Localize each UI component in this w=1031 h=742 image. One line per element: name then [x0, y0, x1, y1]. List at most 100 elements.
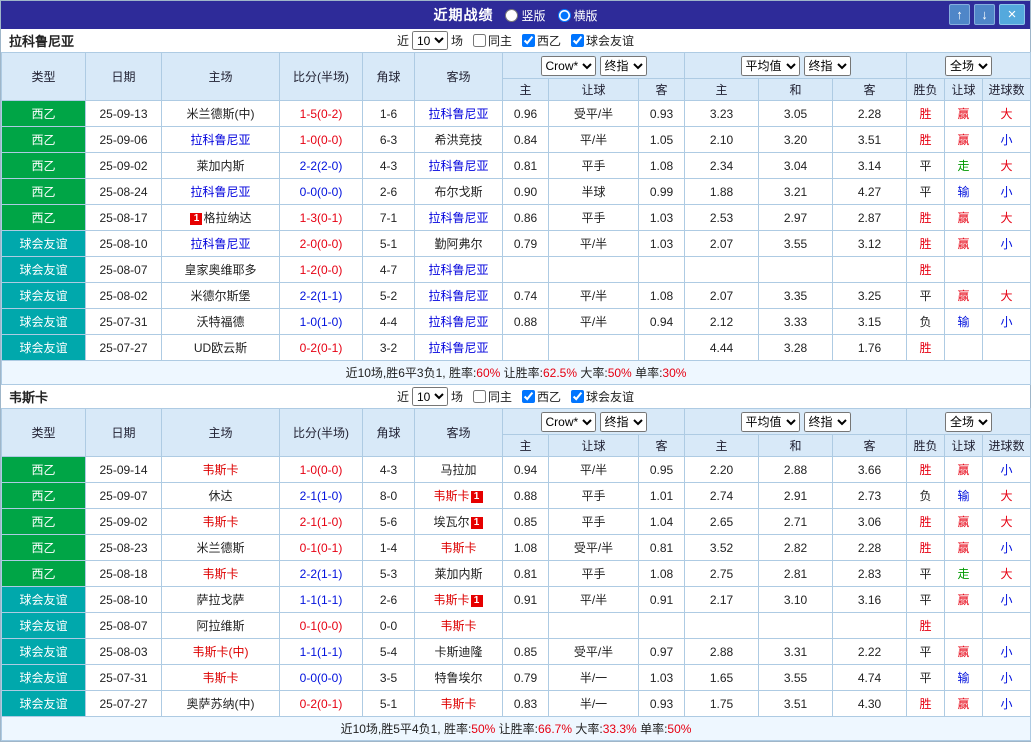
cell-away: 拉科鲁尼亚 — [414, 100, 503, 127]
cell-odds-handicap: 半/一 — [548, 664, 639, 691]
cell-avg-away: 2.87 — [832, 204, 908, 231]
cell-result-handicap: 赢 — [944, 690, 984, 717]
cell-date: 25-09-13 — [85, 100, 162, 127]
scope-select[interactable]: 全场 — [945, 411, 993, 432]
cell-result-goals: 小 — [982, 230, 1031, 257]
cell-odds-handicap: 平手 — [548, 508, 639, 535]
cell-result-handicap: 输 — [944, 482, 984, 509]
table-head: 类型 日期 主场 比分(半场) 角球 客场 Crow* 终指 平均值 终指 全场主让球客主和客胜负让… — [1, 52, 1031, 101]
cell-odds-away — [637, 612, 686, 639]
team-label: 拉科鲁尼亚 — [428, 263, 489, 277]
col-result-wdl: 胜负 — [906, 434, 946, 457]
layout-radio-horizontal[interactable]: 横版 — [557, 7, 598, 24]
cell-avg-draw: 3.20 — [758, 126, 834, 153]
cell-avg-away: 3.14 — [832, 152, 908, 179]
avg-provider-select[interactable]: 平均值 — [740, 411, 800, 432]
cell-score: 1-3(0-1) — [279, 204, 363, 231]
cell-odds-home: 0.94 — [502, 456, 549, 483]
scroll-up-button[interactable]: ↑ — [949, 4, 970, 25]
same-venue-checkbox-label[interactable]: 同主 — [472, 388, 512, 405]
cell-result-wdl: 胜 — [906, 230, 946, 257]
cell-result-handicap: 赢 — [944, 508, 984, 535]
layout-radio-vertical[interactable]: 竖版 — [505, 7, 546, 24]
team-label: 拉科鲁尼亚 — [428, 107, 489, 121]
recent-count-select[interactable]: 10 — [411, 387, 448, 406]
cell-odds-away: 1.03 — [637, 204, 686, 231]
friendly-checkbox[interactable] — [571, 390, 585, 403]
titlebar: 近期战绩 竖版 横版 ↑ ↓ × — [1, 1, 1030, 29]
cell-away: 拉科鲁尼亚 — [414, 204, 503, 231]
cell-date: 25-07-27 — [85, 690, 162, 717]
league-checkbox[interactable] — [522, 390, 535, 403]
odds-stage-select[interactable]: 终指 — [599, 55, 647, 76]
avg-stage-select[interactable]: 终指 — [803, 55, 851, 76]
cell-type: 球会友谊 — [1, 586, 86, 613]
match-row: 西乙 25-09-06 拉科鲁尼亚 1-0(0-0) 6-3 希洪竞技 0.84 平/半 1.0… — [1, 126, 1031, 153]
team-label: 埃瓦尔 — [433, 515, 470, 529]
avg-provider-select[interactable]: 平均值 — [740, 55, 800, 76]
same-venue-checkbox[interactable] — [472, 34, 486, 47]
cell-avg-home: 3.23 — [684, 100, 760, 127]
table-foot: 近10场,胜5平4负1, 胜率:50% 让胜率:66.7% 大率:33.3% 单… — [0, 716, 1031, 741]
league-checkbox-label[interactable]: 西乙 — [522, 388, 561, 405]
close-button[interactable]: × — [999, 4, 1025, 25]
cell-avg-home — [684, 256, 760, 283]
cell-avg-away: 3.06 — [832, 508, 908, 535]
team-label: 拉科鲁尼亚 — [428, 289, 489, 303]
cell-corners: 7-1 — [362, 204, 415, 231]
friendly-checkbox-label[interactable]: 球会友谊 — [571, 388, 634, 405]
cell-corners: 4-3 — [362, 152, 415, 179]
same-venue-checkbox-label[interactable]: 同主 — [472, 32, 512, 49]
team-label: 休达 — [208, 489, 233, 503]
summary-text: 大率: — [572, 722, 603, 736]
cell-avg-home: 2.17 — [684, 586, 760, 613]
cell-odds-away: 1.03 — [637, 664, 686, 691]
cell-avg-draw: 3.55 — [758, 664, 834, 691]
odds-provider-select[interactable]: Crow* — [540, 411, 596, 432]
team-label: 特鲁埃尔 — [434, 671, 483, 685]
summary-text: 近10场,胜6平3负1, — [345, 366, 449, 380]
avg-select-cell: 平均值 终指 — [684, 52, 908, 79]
scope-select[interactable]: 全场 — [945, 55, 993, 76]
filter-controls: 近 10 场 同主 西乙 球会友谊 — [397, 31, 634, 50]
vertical-radio-input[interactable] — [505, 8, 519, 22]
odds-provider-select[interactable]: Crow* — [540, 55, 596, 76]
cell-avg-away: 2.28 — [832, 100, 908, 127]
cell-home: 奥萨苏纳(中) — [161, 690, 280, 717]
cell-odds-home: 0.90 — [502, 178, 549, 205]
avg-stage-select[interactable]: 终指 — [803, 411, 851, 432]
same-venue-checkbox-text: 同主 — [487, 34, 512, 48]
cell-avg-home: 2.65 — [684, 508, 760, 535]
cell-avg-away: 3.66 — [832, 456, 908, 483]
cell-odds-handicap: 受平/半 — [548, 638, 639, 665]
cell-avg-home: 2.10 — [684, 126, 760, 153]
cell-away: 韦斯卡 — [414, 690, 503, 717]
cell-result-handicap: 赢 — [944, 586, 984, 613]
cell-type: 西乙 — [1, 560, 86, 587]
league-checkbox-label[interactable]: 西乙 — [522, 32, 561, 49]
same-venue-checkbox[interactable] — [472, 390, 486, 403]
friendly-checkbox[interactable] — [571, 34, 585, 47]
cell-odds-handicap: 平/半 — [548, 586, 639, 613]
scroll-down-button[interactable]: ↓ — [974, 4, 995, 25]
cell-corners: 8-0 — [362, 482, 415, 509]
cell-result-handicap: 赢 — [944, 534, 984, 561]
friendly-checkbox-label[interactable]: 球会友谊 — [571, 32, 634, 49]
odds-stage-select[interactable]: 终指 — [599, 411, 647, 432]
cell-away: 拉科鲁尼亚 — [414, 308, 503, 335]
cell-result-handicap: 赢 — [944, 204, 984, 231]
team-label: UD欧云斯 — [193, 341, 248, 355]
cell-odds-away: 0.93 — [637, 690, 686, 717]
arrow-up-icon: ↑ — [956, 7, 963, 22]
cell-avg-home: 2.74 — [684, 482, 760, 509]
col-result-handicap: 让球 — [944, 78, 984, 101]
cell-result-goals: 大 — [982, 482, 1031, 509]
league-checkbox[interactable] — [522, 34, 535, 47]
horizontal-radio-input[interactable] — [557, 8, 571, 22]
summary-text: 50% — [471, 722, 496, 736]
summary-text: 让胜率: — [500, 366, 543, 380]
cell-corners: 5-2 — [362, 282, 415, 309]
cell-score: 2-1(1-0) — [279, 482, 363, 509]
recent-count-select[interactable]: 10 — [411, 31, 448, 50]
cell-date: 25-07-31 — [85, 664, 162, 691]
